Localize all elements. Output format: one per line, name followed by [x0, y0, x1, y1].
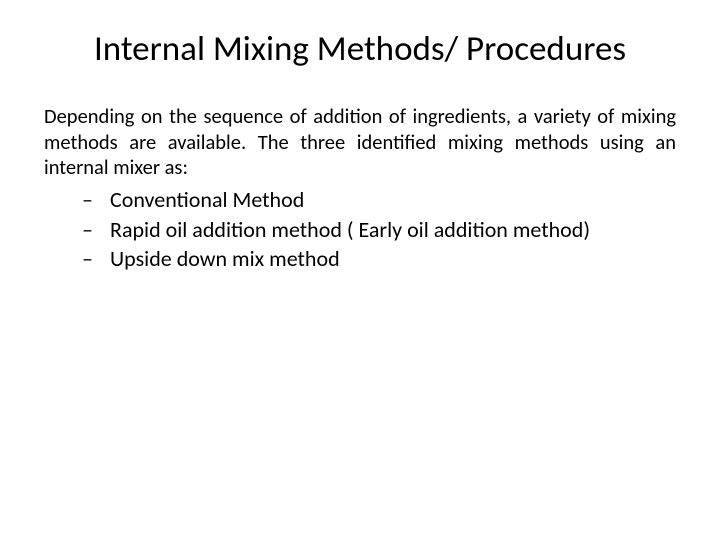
slide: Internal Mixing Methods/ Procedures Depe… [0, 0, 720, 540]
list-item: Conventional Method [82, 185, 676, 215]
slide-title: Internal Mixing Methods/ Procedures [44, 28, 676, 70]
list-item: Rapid oil addition method ( Early oil ad… [82, 215, 676, 245]
body-paragraph: Depending on the sequence of addition of… [44, 104, 676, 181]
bullet-list: Conventional Method Rapid oil addition m… [82, 185, 676, 274]
list-item: Upside down mix method [82, 244, 676, 274]
